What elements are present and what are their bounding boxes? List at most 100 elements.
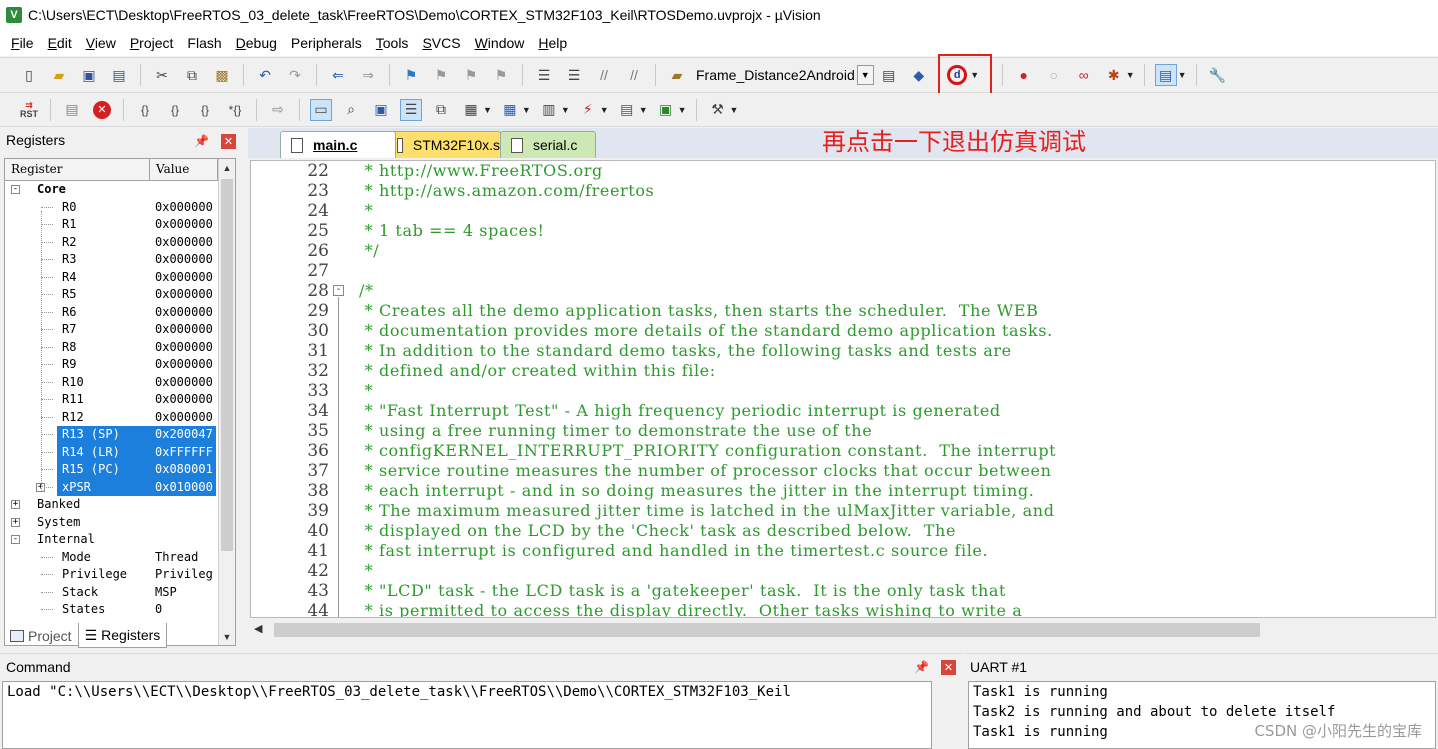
code-line[interactable]: 32 * defined and/or created within this … (251, 361, 1435, 381)
menu-flash[interactable]: Flash (180, 32, 228, 54)
toolbox-icon[interactable]: ⚒ (707, 99, 729, 121)
code-line[interactable]: 39 * The maximum measured jitter time is… (251, 501, 1435, 521)
uncomment-icon[interactable]: // (623, 64, 645, 86)
step-into-icon[interactable]: {} (134, 99, 156, 121)
chevron-down-icon[interactable]: ▼ (561, 105, 570, 115)
show-next-statement-icon[interactable]: ⇨ (267, 99, 289, 121)
navigate-forward-icon[interactable]: ⇒ (357, 64, 379, 86)
register-row[interactable]: R14 (LR) 0xFFFFFF (5, 443, 235, 461)
code-line[interactable]: 35 * using a free running timer to demon… (251, 421, 1435, 441)
code-line[interactable]: 22 * http://www.FreeRTOS.org (251, 161, 1435, 181)
command-output[interactable]: Load "C:\\Users\\ECT\\Desktop\\FreeRTOS_… (2, 681, 932, 749)
scroll-thumb[interactable] (274, 623, 1260, 637)
register-value[interactable]: 0 (155, 602, 215, 616)
menu-file[interactable]: File (4, 32, 41, 54)
menu-tools[interactable]: Tools (369, 32, 416, 54)
close-icon[interactable]: ✕ (221, 133, 236, 149)
column-register[interactable]: Register (5, 159, 150, 180)
register-value[interactable]: 0x000000 (155, 200, 215, 214)
disable-breakpoint-icon[interactable]: ○ (1043, 64, 1065, 86)
serial-windows-icon[interactable]: ▥ (538, 99, 560, 121)
window-layout-icon[interactable]: ▤ (1154, 64, 1177, 86)
prev-bookmark-icon[interactable]: ⚑ (430, 64, 452, 86)
command-scrollbar[interactable] (934, 681, 958, 749)
register-value[interactable]: 0x000000 (155, 217, 215, 231)
register-row[interactable]: R2 0x000000 (5, 234, 235, 252)
chevron-down-icon[interactable]: ▼ (522, 105, 531, 115)
scroll-thumb[interactable] (221, 179, 233, 551)
code-line[interactable]: 33 * (251, 381, 1435, 401)
scroll-up-icon[interactable]: ▲ (219, 159, 235, 176)
tab-main-c[interactable]: main.c (280, 131, 396, 158)
register-value[interactable]: 0x080001 (155, 462, 215, 476)
register-value[interactable]: 0x000000 (155, 305, 215, 319)
step-over-icon[interactable]: {} (164, 99, 186, 121)
registers-scrollbar[interactable]: ▲ ▼ (218, 159, 235, 645)
menu-view[interactable]: View (79, 32, 123, 54)
register-row[interactable]: States 0 (5, 601, 235, 619)
target-select[interactable]: Frame_Distance2Android ▼ (696, 64, 874, 86)
menu-svcs[interactable]: SVCS (415, 32, 467, 54)
register-row[interactable]: + xPSR 0x010000 (5, 478, 235, 496)
code-line[interactable]: 34 * "Fast Interrupt Test" - A high freq… (251, 401, 1435, 421)
tab-serial-c[interactable]: serial.c (500, 131, 596, 158)
menu-peripherals[interactable]: Peripherals (284, 32, 369, 54)
code-line[interactable]: 24 * (251, 201, 1435, 221)
chevron-down-icon[interactable]: ▼ (970, 70, 979, 80)
watch-windows-icon[interactable]: ▦ (460, 99, 482, 121)
symbols-window-icon[interactable]: ▣ (370, 99, 392, 121)
pin-icon[interactable]: 📌 (194, 134, 209, 148)
register-row[interactable]: R7 0x000000 (5, 321, 235, 339)
navigate-back-icon[interactable]: ⇐ (327, 64, 349, 86)
register-row[interactable]: R0 0x000000 (5, 199, 235, 217)
command-window-icon[interactable]: ▭ (310, 98, 332, 121)
register-row[interactable]: R8 0x000000 (5, 339, 235, 357)
menu-help[interactable]: Help (531, 32, 574, 54)
chevron-down-icon[interactable]: ▼ (678, 105, 687, 115)
register-row[interactable]: R6 0x000000 (5, 304, 235, 322)
close-icon[interactable]: ✕ (941, 660, 956, 675)
step-out-icon[interactable]: {} (194, 99, 216, 121)
register-value[interactable]: Privileg (155, 567, 215, 581)
kill-all-breakpoints-icon[interactable]: ✱ (1103, 64, 1125, 86)
comment-icon[interactable]: // (593, 64, 615, 86)
code-line[interactable]: 23 * http://aws.amazon.com/freertos (251, 181, 1435, 201)
code-line[interactable]: 36 * configKERNEL_INTERRUPT_PRIORITY con… (251, 441, 1435, 461)
register-row[interactable]: R11 0x000000 (5, 391, 235, 409)
manage-packs-icon[interactable]: ◆ (908, 64, 930, 86)
code-line[interactable]: 27 (251, 261, 1435, 281)
chevron-down-icon[interactable]: ▼ (1126, 70, 1135, 80)
run-to-cursor-icon[interactable]: *{} (224, 99, 246, 121)
code-line[interactable]: 28 /* - (251, 281, 1435, 301)
code-line[interactable]: 26 */ (251, 241, 1435, 261)
trace-windows-icon[interactable]: ▤ (616, 99, 638, 121)
expand-icon[interactable]: + (11, 517, 20, 527)
register-row[interactable]: + System (5, 514, 235, 532)
registers-tree[interactable]: Register Value - Core R0 0x000000 R1 0x000000… (4, 158, 236, 646)
chevron-down-icon[interactable]: ▼ (483, 105, 492, 115)
paste-icon[interactable]: ▩ (211, 64, 233, 86)
code-line[interactable]: 30 * documentation provides more details… (251, 321, 1435, 341)
system-viewer-icon[interactable]: ▣ (655, 99, 677, 121)
register-value[interactable]: 0x000000 (155, 270, 215, 284)
menu-edit[interactable]: Edit (41, 32, 79, 54)
options-icon[interactable]: ▤ (878, 64, 900, 86)
configure-tools-icon[interactable]: 🔧 (1207, 64, 1229, 86)
next-bookmark-icon[interactable]: ⚑ (460, 64, 482, 86)
copy-icon[interactable]: ⧉ (181, 64, 203, 86)
editor-horizontal-scrollbar[interactable]: ◀ (252, 620, 1434, 640)
register-row[interactable]: R4 0x000000 (5, 269, 235, 287)
register-row[interactable]: R1 0x000000 (5, 216, 235, 234)
breakpoint-icon[interactable]: ● (1013, 64, 1035, 86)
menu-window[interactable]: Window (468, 32, 532, 54)
unindent-icon[interactable]: ☰ (563, 64, 585, 86)
register-row[interactable]: R15 (PC) 0x080001 (5, 461, 235, 479)
register-row[interactable]: - Core (5, 181, 235, 199)
bookmark-icon[interactable]: ⚑ (400, 64, 422, 86)
register-row[interactable]: R3 0x000000 (5, 251, 235, 269)
register-value[interactable]: 0x010000 (155, 480, 215, 494)
start-stop-debug-button[interactable]: d ▼ (937, 54, 992, 96)
register-value[interactable]: 0x200047 (155, 427, 215, 441)
register-value[interactable]: 0x000000 (155, 375, 215, 389)
run-icon[interactable]: ▤ (61, 99, 83, 121)
